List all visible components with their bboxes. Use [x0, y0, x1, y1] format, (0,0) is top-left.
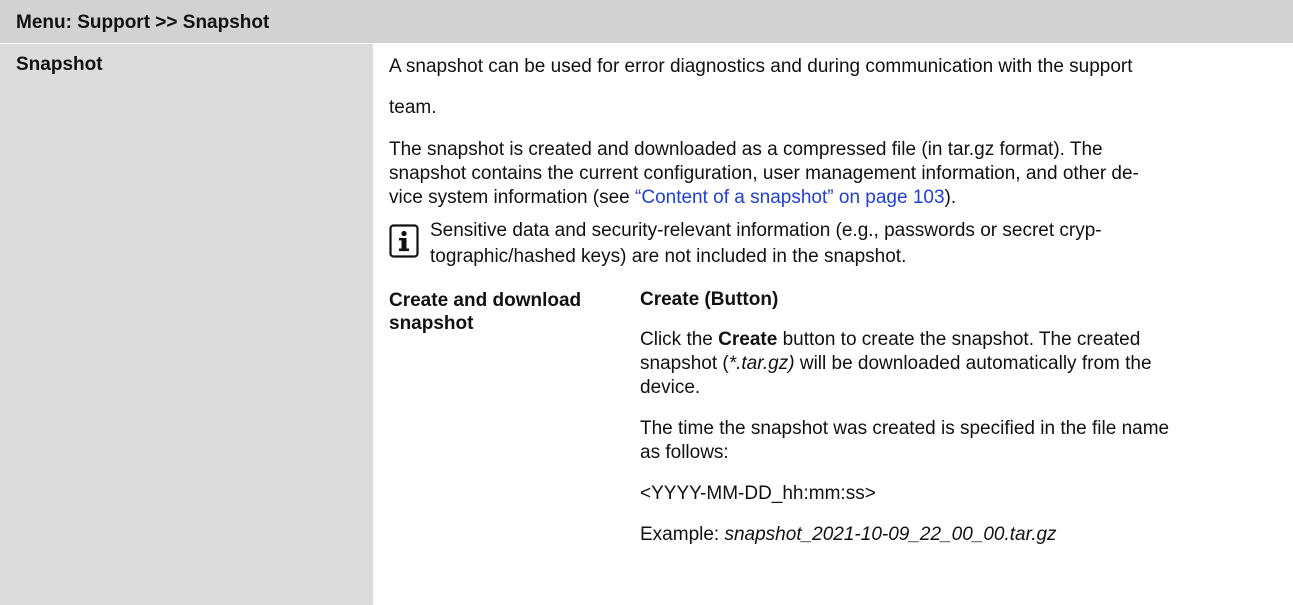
snapshot-file-line: snapshot (*.tar.gz) will be downloaded a… — [640, 353, 1152, 375]
example-label: Example: — [640, 524, 725, 545]
time-spec-line1: The time the snapshot was created is spe… — [640, 418, 1170, 439]
create-button-heading: Create (Button) — [640, 289, 779, 310]
time-format: <YYYY-MM-DD_hh:mm:ss> — [640, 483, 876, 504]
description-line3: vice system information (see “Content of… — [389, 187, 956, 209]
subsection-label-line1: Create and download — [389, 290, 582, 311]
click-prefix: Click the — [640, 329, 719, 350]
click-suffix: button to create the snapshot. The creat… — [777, 329, 1141, 350]
snapshot-prefix: snapshot ( — [640, 353, 729, 374]
description-line1: The snapshot is created and downloaded a… — [389, 139, 1103, 160]
description-line3-prefix: vice system information (see — [389, 187, 636, 208]
note-line2: tographic/hashed keys) are not included … — [430, 246, 907, 267]
intro-text-line1: A snapshot can be used for error diagnos… — [389, 56, 1133, 77]
subsection-label-line2: snapshot — [389, 313, 474, 334]
example-filename: snapshot_2021-10-09_22_00_00.tar.gz — [724, 524, 1057, 545]
section-title: Snapshot — [16, 54, 103, 75]
snapshot-suffix: will be downloaded automatically from th… — [794, 353, 1152, 374]
info-icon — [389, 224, 419, 258]
click-instruction-line: Click the Create button to create the sn… — [640, 329, 1140, 351]
menu-path-title: Menu: Support >> Snapshot — [16, 12, 270, 33]
intro-text-line2: team. — [389, 97, 437, 118]
table-header: Menu: Support >> Snapshot — [0, 0, 1293, 44]
create-keyword: Create — [718, 329, 778, 350]
left-column: Snapshot — [0, 44, 373, 605]
content-of-snapshot-link[interactable]: “Content of a snapshot” on page 103 — [635, 187, 945, 208]
note-line1: Sensitive data and security-relevant inf… — [430, 220, 1102, 241]
example-line: Example: snapshot_2021-10-09_22_00_00.ta… — [640, 524, 1057, 546]
snapshot-extension: *.tar.gz) — [728, 353, 795, 374]
device-line: device. — [640, 377, 701, 398]
description-line3-suffix: ). — [944, 187, 957, 208]
manual-page: Menu: Support >> Snapshot Snapshot A sna… — [0, 0, 1293, 605]
description-line2: snapshot contains the current configurat… — [389, 163, 1139, 184]
time-spec-line2: as follows: — [640, 442, 729, 463]
subsection-label: Create and download snapshot — [389, 289, 629, 335]
